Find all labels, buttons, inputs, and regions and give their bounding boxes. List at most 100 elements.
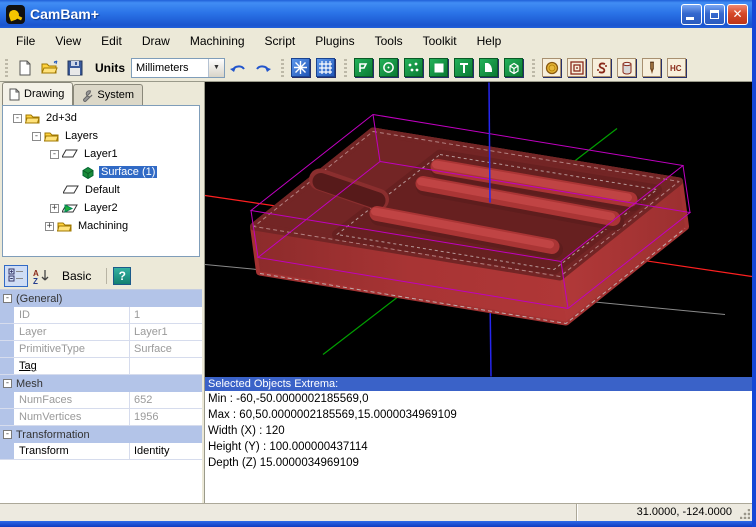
property-section-transformation[interactable]: - Transformation: [0, 426, 202, 443]
expand-icon[interactable]: +: [50, 204, 59, 213]
tab-drawing[interactable]: Drawing: [2, 82, 73, 105]
property-row-primitivetype[interactable]: PrimitiveType Surface: [0, 341, 202, 358]
layer-icon: [63, 185, 79, 195]
draw-polyline-button[interactable]: [352, 56, 375, 79]
menu-bar: File View Edit Draw Machining Script Plu…: [0, 28, 752, 54]
tag-value-field[interactable]: [130, 358, 202, 374]
lathe-op-icon: [620, 61, 634, 75]
title-bar: CamBam+ ✕: [0, 0, 752, 28]
collapse-icon[interactable]: -: [3, 294, 12, 303]
surface-cube-icon: [81, 166, 95, 179]
property-row-transform[interactable]: Transform Identity: [0, 443, 202, 460]
property-row-numvertices[interactable]: NumVertices 1956: [0, 409, 202, 426]
collapse-icon[interactable]: -: [3, 430, 12, 439]
new-file-icon: [17, 60, 33, 76]
viewport-3d[interactable]: [205, 82, 752, 377]
snap-grid-icon: [319, 61, 332, 74]
tree-item-machining[interactable]: + Machining: [3, 217, 199, 235]
tab-strip: Drawing System: [0, 82, 202, 105]
save-button[interactable]: [63, 56, 86, 79]
snap-to-grid-button[interactable]: [314, 56, 337, 79]
circle-icon: [382, 61, 395, 74]
resize-grip[interactable]: [738, 504, 752, 521]
new-file-button[interactable]: [13, 56, 36, 79]
machine-drill-button[interactable]: [640, 56, 663, 79]
menu-machining[interactable]: Machining: [180, 31, 255, 51]
pocket-op-icon: [570, 61, 584, 75]
draw-circle-button[interactable]: [377, 56, 400, 79]
property-row-id[interactable]: ID 1: [0, 307, 202, 324]
folder-icon: [25, 112, 40, 124]
draw-rectangle-button[interactable]: [427, 56, 450, 79]
maximize-button[interactable]: [704, 4, 725, 25]
units-label: Units: [95, 61, 125, 75]
menu-help[interactable]: Help: [467, 31, 512, 51]
property-section-mesh[interactable]: - Mesh: [0, 375, 202, 392]
viewport-scene: [205, 82, 752, 377]
tree-item-layer1[interactable]: - Layer1: [3, 145, 199, 163]
tree-item-layer2[interactable]: + Layer2: [3, 199, 199, 217]
properties-toolbar: AZ Basic ?: [0, 262, 202, 289]
menu-script[interactable]: Script: [255, 31, 306, 51]
snap-to-point-button[interactable]: [289, 56, 312, 79]
units-combobox[interactable]: Millimeters ▼: [131, 58, 225, 78]
chevron-down-icon[interactable]: ▼: [208, 59, 224, 77]
app-logo-icon: [6, 5, 25, 24]
collapse-icon[interactable]: -: [32, 132, 41, 141]
extrema-height: Height (Y) : 100.000000437114: [205, 439, 752, 455]
extrema-max: Max : 60,50.0000002185569,15.00000349691…: [205, 407, 752, 423]
redo-button[interactable]: [251, 56, 274, 79]
tree-item-2d3d[interactable]: - 2d+3d: [3, 109, 199, 127]
maximize-icon: [710, 10, 719, 19]
menu-toolkit[interactable]: Toolkit: [413, 31, 467, 51]
extrema-min: Min : -60,-50.0000002185569,0: [205, 391, 752, 407]
tab-system[interactable]: System: [73, 84, 143, 105]
minimize-button[interactable]: [681, 4, 702, 25]
draw-points-button[interactable]: [402, 56, 425, 79]
machine-nc-button[interactable]: HC: [665, 56, 688, 79]
menu-file[interactable]: File: [6, 31, 45, 51]
tree-item-default[interactable]: Default: [3, 181, 199, 199]
draw-arc-button[interactable]: [477, 56, 500, 79]
transform-value-field[interactable]: Identity: [130, 443, 202, 459]
collapse-icon[interactable]: -: [13, 114, 22, 123]
alphabetical-sort-button[interactable]: AZ: [31, 265, 53, 287]
open-file-button[interactable]: [38, 56, 61, 79]
cursor-coordinates: 31.0000, -124.0000: [576, 504, 738, 521]
app-window: CamBam+ ✕ File View Edit Draw Machining …: [0, 0, 756, 527]
machine-lathe-button[interactable]: [615, 56, 638, 79]
collapse-icon[interactable]: -: [3, 379, 12, 388]
draw-surface-button[interactable]: [502, 56, 525, 79]
help-button[interactable]: ?: [113, 267, 131, 285]
expand-icon[interactable]: +: [45, 222, 54, 231]
layer-active-icon: [62, 203, 78, 214]
basic-button[interactable]: Basic: [56, 265, 97, 287]
categorized-view-button[interactable]: [4, 265, 28, 287]
undo-button[interactable]: [226, 56, 249, 79]
nc-file-icon: HC: [669, 61, 684, 75]
wrench-icon: [80, 89, 93, 102]
property-row-numfaces[interactable]: NumFaces 652: [0, 392, 202, 409]
draw-text-button[interactable]: [452, 56, 475, 79]
folder-icon: [44, 130, 59, 142]
points-icon: [407, 61, 420, 74]
menu-edit[interactable]: Edit: [91, 31, 132, 51]
property-section-general[interactable]: - (General): [0, 290, 202, 307]
menu-draw[interactable]: Draw: [132, 31, 180, 51]
page-icon: [9, 88, 20, 101]
machine-profile-button[interactable]: [540, 56, 563, 79]
machine-pocket-button[interactable]: [565, 56, 588, 79]
menu-view[interactable]: View: [45, 31, 91, 51]
engrave-op-icon: [595, 61, 609, 75]
menu-plugins[interactable]: Plugins: [305, 31, 364, 51]
layer-icon: [62, 149, 78, 159]
menu-tools[interactable]: Tools: [365, 31, 413, 51]
tree-item-surface[interactable]: Surface (1): [3, 163, 199, 181]
property-row-layer[interactable]: Layer Layer1: [0, 324, 202, 341]
property-row-tag[interactable]: Tag: [0, 358, 202, 375]
collapse-icon[interactable]: -: [50, 150, 59, 159]
close-button[interactable]: ✕: [727, 4, 748, 25]
property-grid: - (General) ID 1 Layer Layer1 PrimitiveT…: [0, 289, 202, 503]
tree-item-layers[interactable]: - Layers: [3, 127, 199, 145]
machine-engrave-button[interactable]: [590, 56, 613, 79]
